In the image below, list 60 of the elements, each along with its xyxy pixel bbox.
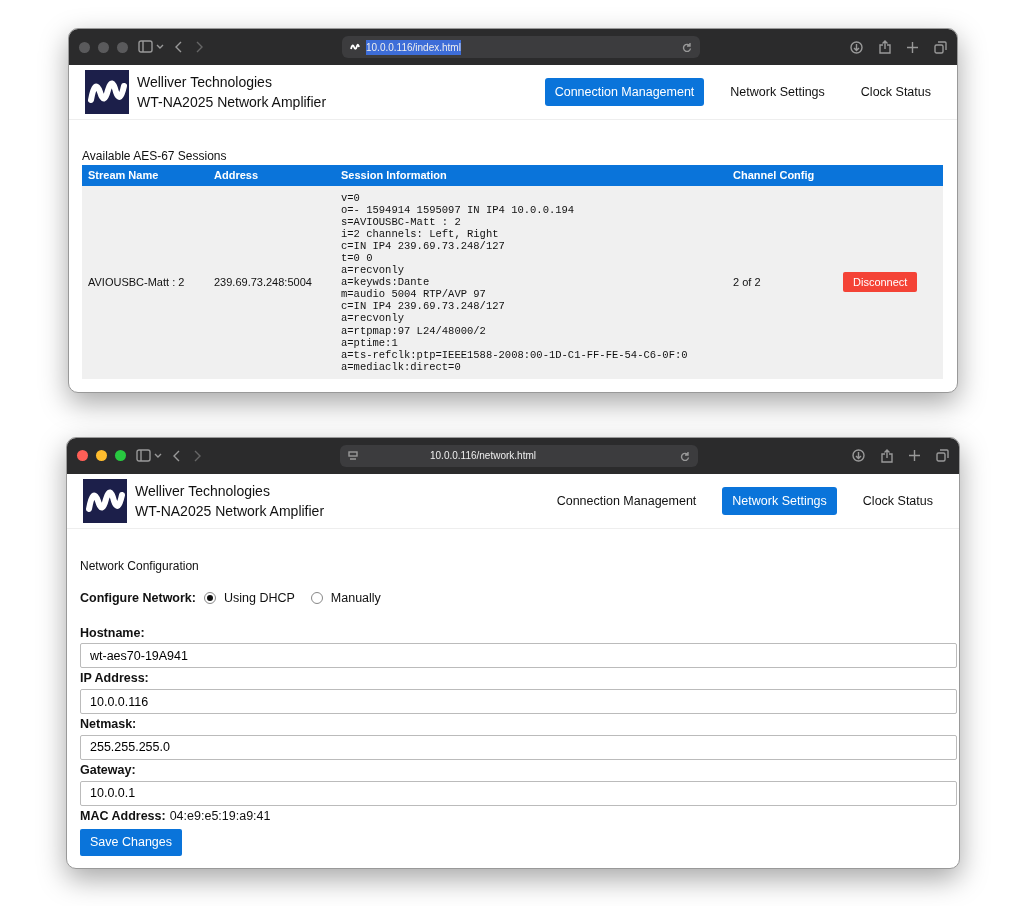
- text-field[interactable]: 10.0.0.1: [80, 780, 957, 806]
- plus-icon[interactable]: [909, 450, 920, 462]
- save-button[interactable]: Save Changes: [80, 829, 182, 857]
- session-info: v=0 o=- 1594914 1595097 IN IP4 10.0.0.194 s=AVIOUSBC-Matt : 2 i=2 channels: Left, Right c=IN IP4 239.69.73.248/127 t=0 0 a=recvonly a=keywds:Dante m=audio 5004 RTP/AVP 97 c=IN IP4 239.69.73.248/127 a=recvonly a=rtpmap:97 L24/48000/2 a=ptime:1 a=ts-refclk:ptp=IEEE1588-2008:00-1D-C1-FF-FE-54-C6-0F:0 a=mediaclk:direct=0: [341, 191, 689, 373]
- section-title: Available AES-67 Sessions: [82, 148, 228, 165]
- product-name: WT-NA2025 Network Amplifier: [137, 93, 327, 112]
- window-control-button[interactable]: [115, 450, 126, 462]
- reload-icon[interactable]: [680, 450, 690, 461]
- field-label: Hostname:: [80, 624, 146, 642]
- address-bar[interactable]: 10.0.0.116/network.html: [340, 444, 698, 467]
- table-cell: 2 of 2: [727, 185, 837, 379]
- radio-option[interactable]: Using DHCP: [204, 588, 295, 608]
- tabs-icon[interactable]: [934, 40, 947, 54]
- text-field[interactable]: 10.0.0.116: [80, 689, 957, 715]
- download-icon[interactable]: [850, 40, 863, 54]
- nav-tab[interactable]: Clock Status: [850, 77, 941, 107]
- nav-tab[interactable]: Network Settings: [722, 486, 837, 516]
- radio-option[interactable]: Manually: [310, 588, 381, 608]
- text-field[interactable]: 255.255.255.0: [80, 734, 957, 760]
- column-header: Session Information: [335, 165, 727, 186]
- mac-address: 04:e9:e5:19:a9:41: [169, 807, 271, 825]
- nav-tab[interactable]: Network Settings: [720, 77, 835, 107]
- download-icon[interactable]: [852, 449, 865, 463]
- field-label: Netmask:: [80, 716, 138, 734]
- sidebar-icon[interactable]: [138, 40, 164, 54]
- table-cell: AVIOUSBC-Matt : 2: [82, 185, 208, 379]
- window-control-button[interactable]: [96, 450, 107, 462]
- section-title: Network Configuration: [80, 557, 200, 575]
- logo-icon: [83, 478, 127, 523]
- window-control-button[interactable]: [77, 450, 88, 462]
- plus-icon[interactable]: [907, 41, 918, 53]
- column-header: Channel Config: [727, 165, 837, 186]
- logo-icon: [85, 70, 129, 114]
- back-icon[interactable]: [172, 448, 182, 463]
- product-name: WT-NA2025 Network Amplifier: [135, 501, 325, 521]
- text-field[interactable]: wt-aes70-19A941: [80, 643, 957, 669]
- column-header: Address: [208, 165, 335, 186]
- share-icon[interactable]: [881, 448, 893, 463]
- field-label: Gateway:: [80, 761, 137, 779]
- nav-tab[interactable]: Connection Management: [544, 77, 705, 107]
- share-icon[interactable]: [879, 40, 891, 54]
- table-cell: 239.69.73.248:5004: [208, 185, 335, 379]
- field-label: MAC Address:: [80, 807, 166, 825]
- field-label: IP Address:: [80, 670, 150, 688]
- disconnect-button[interactable]: Disconnect: [843, 271, 918, 293]
- nav-tab[interactable]: Clock Status: [852, 486, 943, 516]
- nav-tab[interactable]: Connection Management: [546, 486, 707, 516]
- forward-icon[interactable]: [192, 448, 202, 463]
- back-icon[interactable]: [174, 40, 184, 54]
- page-icon: [348, 450, 358, 461]
- company-name: Welliver Technologies: [135, 481, 271, 501]
- sidebar-icon[interactable]: [136, 448, 162, 463]
- column-header: Stream Name: [82, 165, 208, 186]
- logo-icon: [350, 43, 360, 51]
- field-label: Configure Network:: [80, 589, 196, 607]
- company-name: Welliver Technologies: [137, 73, 273, 92]
- reload-icon[interactable]: [682, 42, 692, 52]
- address-bar[interactable]: 10.0.0.116/index.html: [342, 36, 700, 58]
- tabs-icon[interactable]: [936, 449, 949, 463]
- forward-icon[interactable]: [194, 40, 204, 54]
